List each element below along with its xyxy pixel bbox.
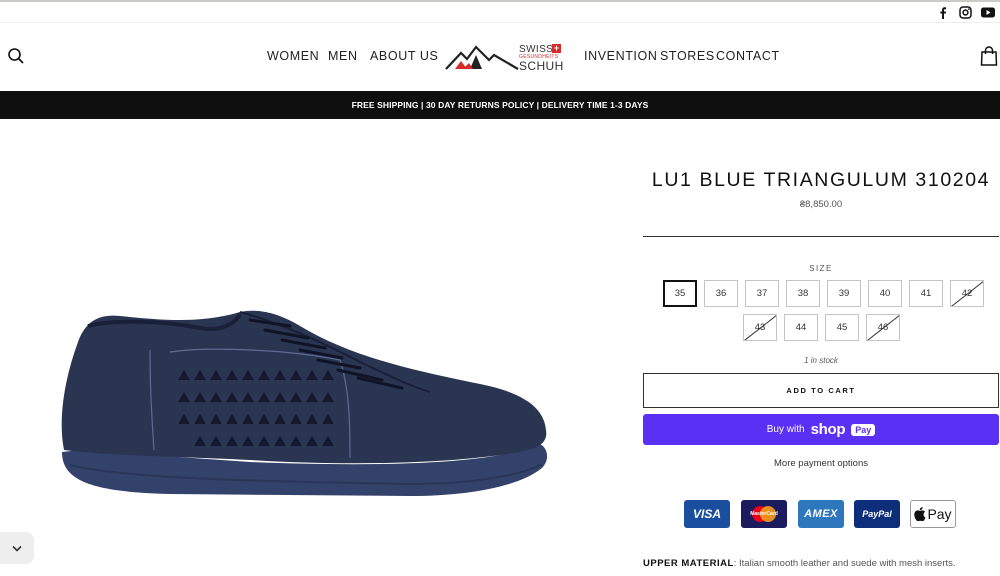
size-option-41[interactable]: 41 [909, 280, 943, 307]
facebook-icon[interactable] [935, 5, 949, 19]
nav-men[interactable]: MEN [328, 49, 358, 63]
size-option-40[interactable]: 40 [868, 280, 902, 307]
nav-invention[interactable]: INVENTION [584, 49, 657, 63]
size-option-37[interactable]: 37 [745, 280, 779, 307]
size-option-42[interactable]: 42 [950, 280, 984, 307]
more-payment-options-link[interactable]: More payment options [643, 458, 999, 469]
chevron-down-icon [12, 545, 22, 552]
add-to-cart-button[interactable]: ADD TO CART [643, 373, 999, 408]
shop-pay-logo: shop [810, 421, 846, 438]
paypal-label: PayPal [862, 509, 892, 519]
amex-icon: AMEX [798, 500, 844, 528]
size-option-43[interactable]: 43 [743, 314, 777, 341]
amex-label: AMEX [804, 508, 838, 520]
cart-button[interactable] [980, 46, 998, 66]
material-text: : Italian smooth leather and suede with … [733, 558, 956, 569]
collapse-toggle-button[interactable] [0, 532, 34, 564]
product-price: ₴8,850.00 [799, 199, 843, 210]
size-option-36[interactable]: 36 [704, 280, 738, 307]
youtube-icon[interactable] [981, 5, 995, 19]
nav-about-us[interactable]: ABOUT US [370, 49, 438, 63]
search-button[interactable] [7, 47, 25, 65]
brand-logo[interactable]: SWISS + GESUNDHEITS SCHUH [445, 41, 563, 73]
shop-pay-badge: Pay [851, 423, 876, 436]
price-divider [643, 236, 999, 237]
social-links [935, 5, 995, 19]
size-option-44[interactable]: 44 [784, 314, 818, 341]
product-title: LU1 BLUE TRIANGULUM 310204 [651, 169, 991, 191]
size-option-45[interactable]: 45 [825, 314, 859, 341]
product-image[interactable] [50, 290, 560, 510]
material-label: UPPER MATERIAL [643, 558, 734, 569]
header-divider [0, 22, 1000, 23]
promo-text: FREE SHIPPING | 30 DAY RETURNS POLICY | … [351, 100, 649, 110]
instagram-icon[interactable] [958, 5, 972, 19]
shopping-bag-icon [980, 46, 998, 66]
nav-contact[interactable]: CONTACT [716, 49, 780, 63]
shop-pay-buy-with: Buy with [766, 424, 805, 435]
stock-status: 1 in stock [804, 356, 838, 365]
logo-text-schuh: SCHUH [519, 59, 564, 73]
shop-pay-button[interactable]: Buy with shop Pay [643, 414, 999, 445]
size-option-35[interactable]: 35 [663, 280, 697, 307]
apple-pay-icon: Pay [910, 500, 956, 528]
nav-stores[interactable]: STORES [660, 49, 715, 63]
visa-label: VISA [692, 507, 721, 521]
size-option-39[interactable]: 39 [827, 280, 861, 307]
nav-women[interactable]: WOMEN [267, 49, 319, 63]
paypal-icon: PayPal [854, 500, 900, 528]
promo-bar: FREE SHIPPING | 30 DAY RETURNS POLICY | … [0, 91, 1000, 119]
size-option-38[interactable]: 38 [786, 280, 820, 307]
visa-icon: VISA [684, 500, 730, 528]
apple-pay-label: Pay [927, 506, 952, 522]
mastercard-label: MasterCard [750, 511, 778, 517]
size-option-46[interactable]: 46 [866, 314, 900, 341]
top-border [0, 0, 1000, 2]
material-description: UPPER MATERIAL: Italian smooth leather a… [643, 558, 1000, 569]
size-label: SIZE [809, 264, 833, 273]
mastercard-icon: MasterCard [741, 500, 787, 528]
apple-icon [914, 507, 926, 521]
swiss-cross-icon: + [552, 43, 561, 53]
search-icon [8, 48, 24, 64]
